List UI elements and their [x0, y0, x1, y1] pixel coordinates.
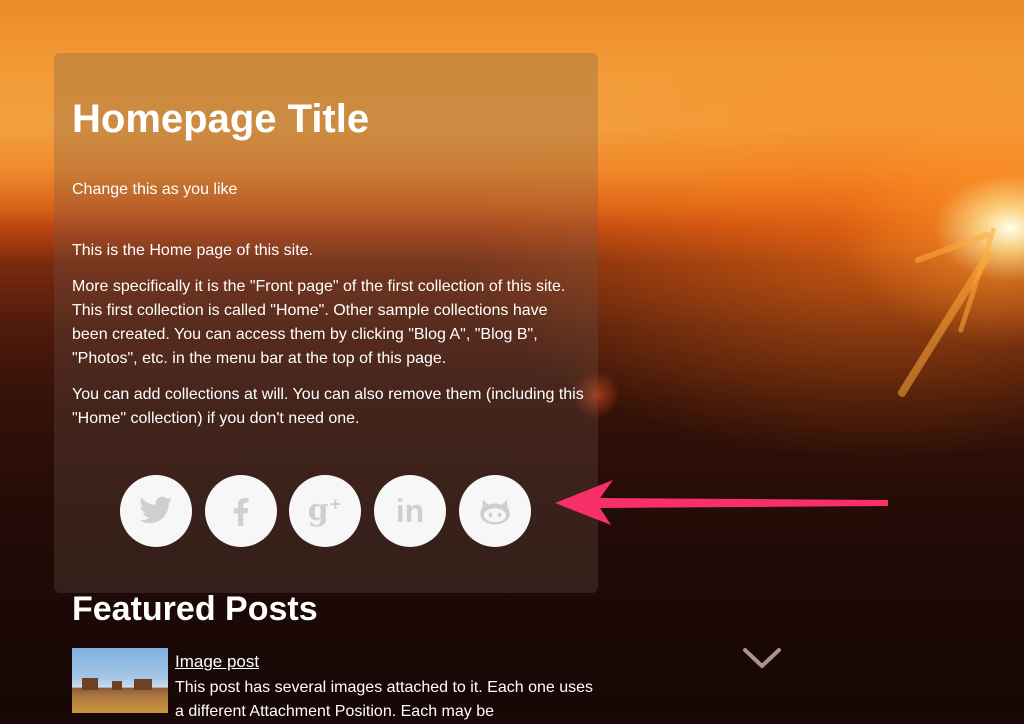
annotation-arrow [555, 480, 888, 525]
post-thumbnail[interactable] [72, 648, 168, 713]
thumbnail-mesa [112, 681, 122, 690]
google-plus-button[interactable]: g+ [289, 475, 361, 547]
thumbnail-mesa [82, 678, 98, 690]
google-plus-sign: + [328, 494, 343, 513]
facebook-button[interactable] [205, 475, 277, 547]
google-plus-glyph: g [307, 493, 329, 528]
page-title: Homepage Title [72, 97, 370, 141]
linkedin-icon: in [395, 493, 425, 529]
intro-paragraph: This is the Home page of this site. [72, 242, 313, 259]
github-button[interactable] [459, 475, 531, 547]
twitter-button[interactable] [120, 475, 192, 547]
intro-paragraph: You can add collections at will. You can… [72, 386, 584, 427]
post-title-link[interactable]: Image post [175, 652, 259, 672]
thumbnail-mesa [134, 679, 152, 690]
featured-posts-heading: Featured Posts [72, 590, 318, 628]
page-subtitle: Change this as you like [72, 181, 238, 198]
post-excerpt: This post has several images attached to… [175, 679, 594, 720]
github-icon [480, 499, 510, 525]
chevron-down-icon[interactable] [742, 646, 782, 672]
intro-text: This is the Home page of this site. More… [72, 239, 587, 443]
twitter-icon [139, 496, 173, 524]
intro-paragraph: More specifically it is the "Front page"… [72, 278, 566, 367]
facebook-icon [233, 497, 249, 526]
linkedin-button[interactable]: in [374, 475, 446, 547]
google-plus-icon: g+ [308, 496, 342, 526]
